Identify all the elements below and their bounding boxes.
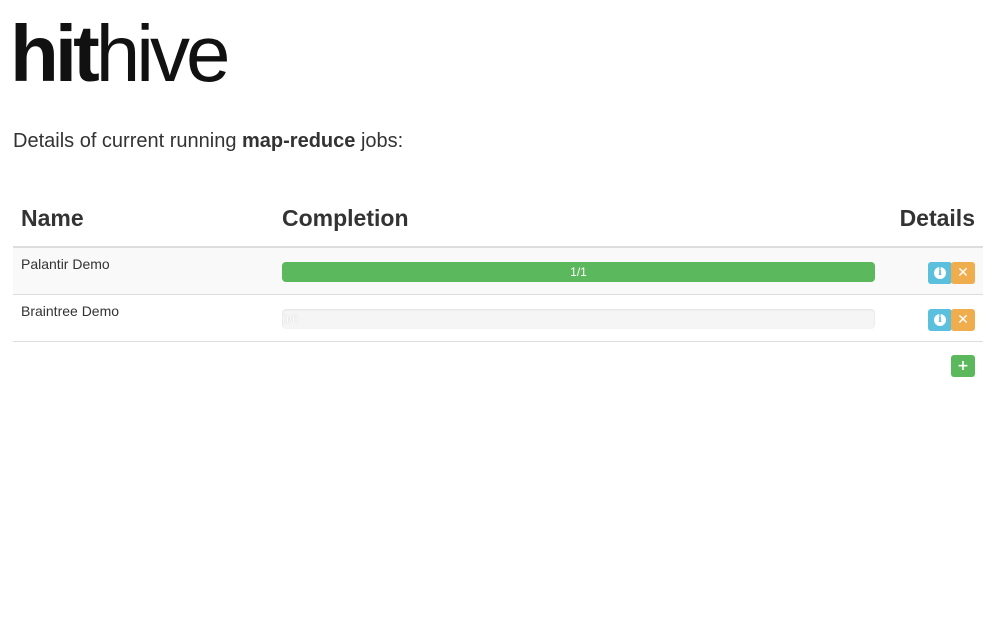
details-cell: i ✕ [890,247,983,295]
column-header-name: Name [13,190,274,248]
details-cell: i ✕ [890,294,983,342]
remove-button[interactable]: ✕ [951,309,975,331]
completion-cell: 1/1 [274,247,891,295]
add-icon: + [957,358,969,374]
completion-cell: 0/6 [274,294,891,342]
app-logo: hithive [10,14,230,94]
logo-bold-part: hit [10,9,100,98]
remove-icon: ✕ [957,265,969,281]
add-job-row: + [951,355,975,377]
remove-icon: ✕ [957,312,969,328]
column-header-details: Details [890,190,983,248]
intro-suffix: jobs: [355,130,404,152]
info-button[interactable]: i [928,309,952,331]
add-job-button[interactable]: + [951,355,975,377]
info-icon: i [934,314,946,326]
progress-bar-fill: 1/1 [282,262,875,282]
job-name: Braintree Demo [13,294,274,342]
table-header-row: Name Completion Details [13,190,983,248]
progress-bar-track: 1/1 [282,262,875,282]
jobs-table: Name Completion Details Palantir Demo 1/… [13,190,983,342]
progress-bar-fill: 0/6 [282,312,299,326]
table-row: Braintree Demo 0/6 i ✕ [13,294,983,342]
intro-prefix: Details of current running [13,130,243,152]
info-button[interactable]: i [928,262,952,284]
column-header-completion: Completion [274,190,891,248]
logo-light-part: hive [95,9,231,98]
info-icon: i [934,267,946,279]
remove-button[interactable]: ✕ [951,262,975,284]
page-intro: Details of current running map-reduce jo… [13,130,403,153]
intro-highlight: map-reduce [242,130,356,152]
progress-bar-track: 0/6 [282,309,875,329]
table-row: Palantir Demo 1/1 i ✕ [13,247,983,295]
job-name: Palantir Demo [13,247,274,295]
